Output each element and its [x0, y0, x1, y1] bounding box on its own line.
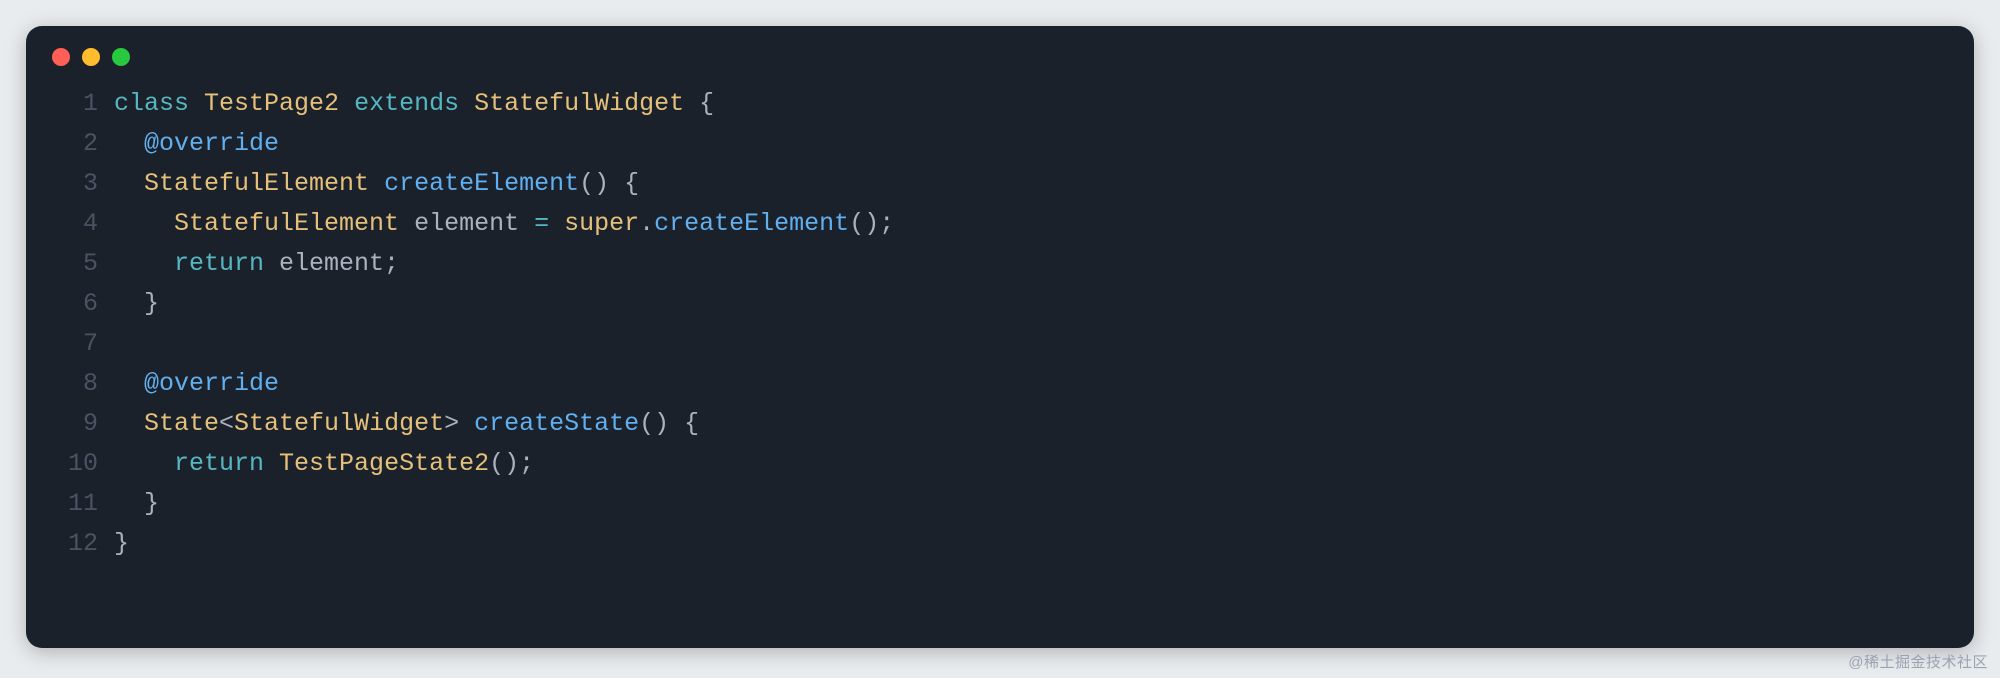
token: @override — [144, 129, 279, 158]
zoom-icon[interactable] — [112, 48, 130, 66]
token: class — [114, 89, 189, 118]
code-window: 1class TestPage2 extends StatefulWidget … — [26, 26, 1974, 648]
token — [459, 89, 474, 118]
line-number: 1 — [26, 84, 114, 124]
code-content[interactable]: } — [114, 484, 159, 524]
code-editor[interactable]: 1class TestPage2 extends StatefulWidget … — [26, 76, 1974, 648]
token: StatefulElement — [144, 169, 369, 198]
token: . — [639, 209, 654, 238]
token: () { — [639, 409, 699, 438]
line-number: 2 — [26, 124, 114, 164]
outer-container: 1class TestPage2 extends StatefulWidget … — [0, 0, 2000, 678]
token: { — [684, 89, 714, 118]
token: createState — [474, 409, 639, 438]
token — [114, 409, 144, 438]
code-line[interactable]: 3 StatefulElement createElement() { — [26, 164, 1974, 204]
line-number: 9 — [26, 404, 114, 444]
token: } — [114, 529, 129, 558]
line-number: 7 — [26, 324, 114, 364]
code-line[interactable]: 2 @override — [26, 124, 1974, 164]
code-line[interactable]: 10 return TestPageState2(); — [26, 444, 1974, 484]
code-content[interactable]: return TestPageState2(); — [114, 444, 534, 484]
token: createElement — [654, 209, 849, 238]
code-line[interactable]: 11 } — [26, 484, 1974, 524]
watermark-text: @稀土掘金技术社区 — [1848, 651, 1988, 672]
code-line[interactable]: 4 StatefulElement element = super.create… — [26, 204, 1974, 244]
code-content[interactable]: State<StatefulWidget> createState() { — [114, 404, 699, 444]
token: super — [564, 209, 639, 238]
token: return — [174, 449, 264, 478]
token: extends — [354, 89, 459, 118]
token: element; — [264, 249, 399, 278]
code-line[interactable]: 12} — [26, 524, 1974, 564]
token: < — [219, 409, 234, 438]
token: StatefulElement — [174, 209, 399, 238]
close-icon[interactable] — [52, 48, 70, 66]
code-content[interactable]: } — [114, 524, 129, 564]
token — [114, 169, 144, 198]
window-titlebar — [26, 26, 1974, 76]
line-number: 3 — [26, 164, 114, 204]
token: > — [444, 409, 474, 438]
token — [114, 209, 174, 238]
token — [339, 89, 354, 118]
line-number: 4 — [26, 204, 114, 244]
code-content[interactable]: class TestPage2 extends StatefulWidget { — [114, 84, 714, 124]
code-line[interactable]: 5 return element; — [26, 244, 1974, 284]
token — [369, 169, 384, 198]
line-number: 8 — [26, 364, 114, 404]
line-number: 10 — [26, 444, 114, 484]
code-content[interactable]: } — [114, 284, 159, 324]
token: createElement — [384, 169, 579, 198]
token: TestPage2 — [204, 89, 339, 118]
line-number: 11 — [26, 484, 114, 524]
token: (); — [849, 209, 894, 238]
line-number: 5 — [26, 244, 114, 284]
code-content[interactable]: StatefulElement element = super.createEl… — [114, 204, 894, 244]
token — [114, 129, 144, 158]
code-content[interactable]: @override — [114, 124, 279, 164]
line-number: 6 — [26, 284, 114, 324]
code-line[interactable]: 8 @override — [26, 364, 1974, 404]
token — [549, 209, 564, 238]
code-line[interactable]: 7 — [26, 324, 1974, 364]
token: State — [144, 409, 219, 438]
token: (); — [489, 449, 534, 478]
token: return — [174, 249, 264, 278]
token: } — [114, 489, 159, 518]
code-content[interactable]: return element; — [114, 244, 399, 284]
token: element — [399, 209, 534, 238]
token — [114, 449, 174, 478]
token: @override — [144, 369, 279, 398]
code-line[interactable]: 1class TestPage2 extends StatefulWidget … — [26, 84, 1974, 124]
token — [189, 89, 204, 118]
code-content[interactable]: StatefulElement createElement() { — [114, 164, 639, 204]
token — [114, 249, 174, 278]
token: TestPageState2 — [279, 449, 489, 478]
token — [264, 449, 279, 478]
code-line[interactable]: 6 } — [26, 284, 1974, 324]
token: () { — [579, 169, 639, 198]
token — [114, 369, 144, 398]
token: } — [114, 289, 159, 318]
line-number: 12 — [26, 524, 114, 564]
code-content[interactable]: @override — [114, 364, 279, 404]
minimize-icon[interactable] — [82, 48, 100, 66]
token: = — [534, 209, 549, 238]
code-line[interactable]: 9 State<StatefulWidget> createState() { — [26, 404, 1974, 444]
token: StatefulWidget — [234, 409, 444, 438]
token: StatefulWidget — [474, 89, 684, 118]
